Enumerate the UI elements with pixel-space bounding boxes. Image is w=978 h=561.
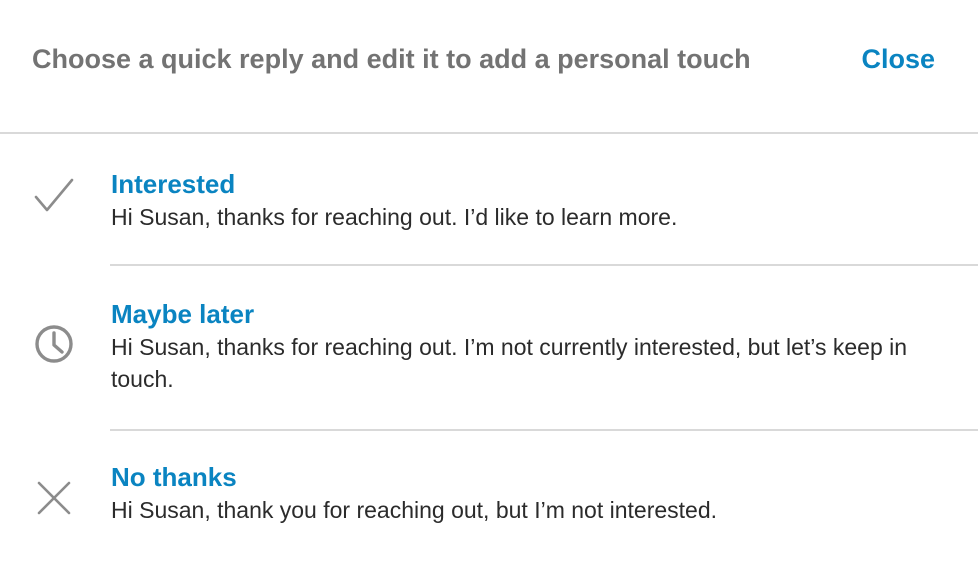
close-button[interactable]: Close (861, 44, 935, 75)
reply-message: Hi Susan, thank you for reaching out, bu… (111, 497, 718, 523)
dialog-title: Choose a quick reply and edit it to add … (32, 44, 751, 74)
dialog-header: Choose a quick reply and edit it to add … (0, 0, 978, 134)
reply-message: Hi Susan, thanks for reaching out. I’m n… (111, 334, 908, 392)
x-icon (32, 476, 76, 520)
clock-icon (32, 322, 76, 366)
reply-title: Maybe later (111, 299, 255, 329)
quick-reply-interested[interactable]: Interested Hi Susan, thanks for reaching… (0, 134, 978, 266)
reply-title: Interested (111, 169, 236, 199)
quick-reply-no-thanks[interactable]: No thanks Hi Susan, thank you for reachi… (0, 431, 978, 561)
quick-reply-list: Interested Hi Susan, thanks for reaching… (0, 134, 978, 561)
reply-message: Hi Susan, thanks for reaching out. I’d l… (111, 204, 678, 230)
quick-reply-maybe-later[interactable]: Maybe later Hi Susan, thanks for reachin… (0, 266, 978, 431)
reply-text: Maybe later Hi Susan, thanks for reachin… (111, 297, 951, 395)
checkmark-icon (32, 174, 76, 218)
reply-title: No thanks (111, 462, 237, 492)
reply-text: Interested Hi Susan, thanks for reaching… (111, 167, 951, 233)
reply-text: No thanks Hi Susan, thank you for reachi… (111, 460, 951, 526)
